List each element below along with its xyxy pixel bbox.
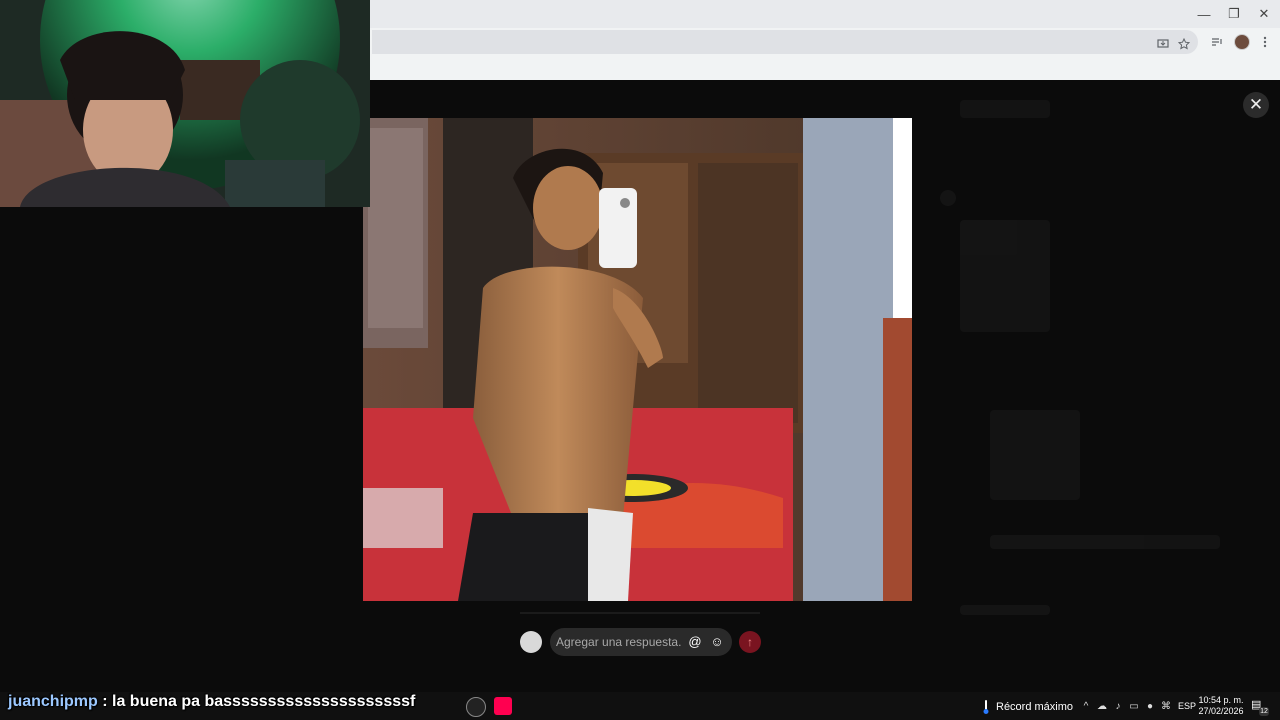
close-window-button[interactable]: ✕ — [1250, 2, 1278, 26]
language-indicator[interactable]: ESP — [1178, 701, 1196, 711]
chat-username: juanchipmp — [8, 693, 98, 710]
battery-icon[interactable]: ▭ — [1128, 700, 1140, 712]
reply-input[interactable] — [550, 628, 732, 656]
thermometer-icon — [983, 700, 989, 714]
story-photo — [363, 118, 912, 601]
clock-time: 10:54 p. m. — [1198, 695, 1244, 705]
story-progress — [520, 612, 760, 614]
emoji-icon[interactable]: ☺ — [710, 634, 724, 649]
microphone-icon[interactable]: ● — [1144, 700, 1156, 712]
close-viewer-button[interactable]: ✕ — [1243, 92, 1269, 118]
volume-icon[interactable]: ♪ — [1112, 700, 1124, 712]
media-icon[interactable] — [1208, 33, 1226, 51]
send-button[interactable]: ↑ — [739, 631, 761, 653]
weather-text: Récord máximo — [996, 701, 1074, 713]
mention-icon[interactable]: @ — [688, 634, 702, 649]
restore-button[interactable]: ❐ — [1220, 2, 1248, 26]
background-feed — [940, 80, 1240, 680]
menu-icon[interactable] — [1256, 33, 1274, 51]
minimize-button[interactable]: — — [1190, 2, 1218, 26]
profile-avatar[interactable] — [1234, 34, 1250, 50]
chat-message: juanchipmp : la buena pa basssssssssssss… — [8, 693, 415, 715]
chat-separator: : — [97, 693, 112, 710]
chat-text: la buena pa basssssssssssssssssssssf — [112, 693, 416, 710]
avatar — [520, 631, 542, 653]
star-icon[interactable] — [1175, 35, 1193, 53]
app-icon[interactable] — [466, 697, 486, 717]
tiktok-icon[interactable] — [494, 697, 512, 715]
onedrive-icon[interactable]: ☁ — [1096, 700, 1108, 712]
clock-date: 27/02/2026 — [1198, 706, 1244, 716]
notification-badge: 12 — [1259, 707, 1269, 716]
weather-widget[interactable]: Récord máximo — [982, 698, 1073, 716]
clock[interactable]: 10:54 p. m. 27/02/2026 — [1198, 695, 1244, 717]
chevron-up-icon[interactable]: ^ — [1080, 700, 1092, 712]
webcam-overlay — [0, 0, 370, 207]
reply-bar: @ ☺ ↑ — [520, 628, 765, 656]
install-icon[interactable] — [1154, 35, 1172, 53]
network-icon[interactable]: ⌘ — [1160, 700, 1172, 712]
address-bar[interactable] — [372, 30, 1198, 54]
